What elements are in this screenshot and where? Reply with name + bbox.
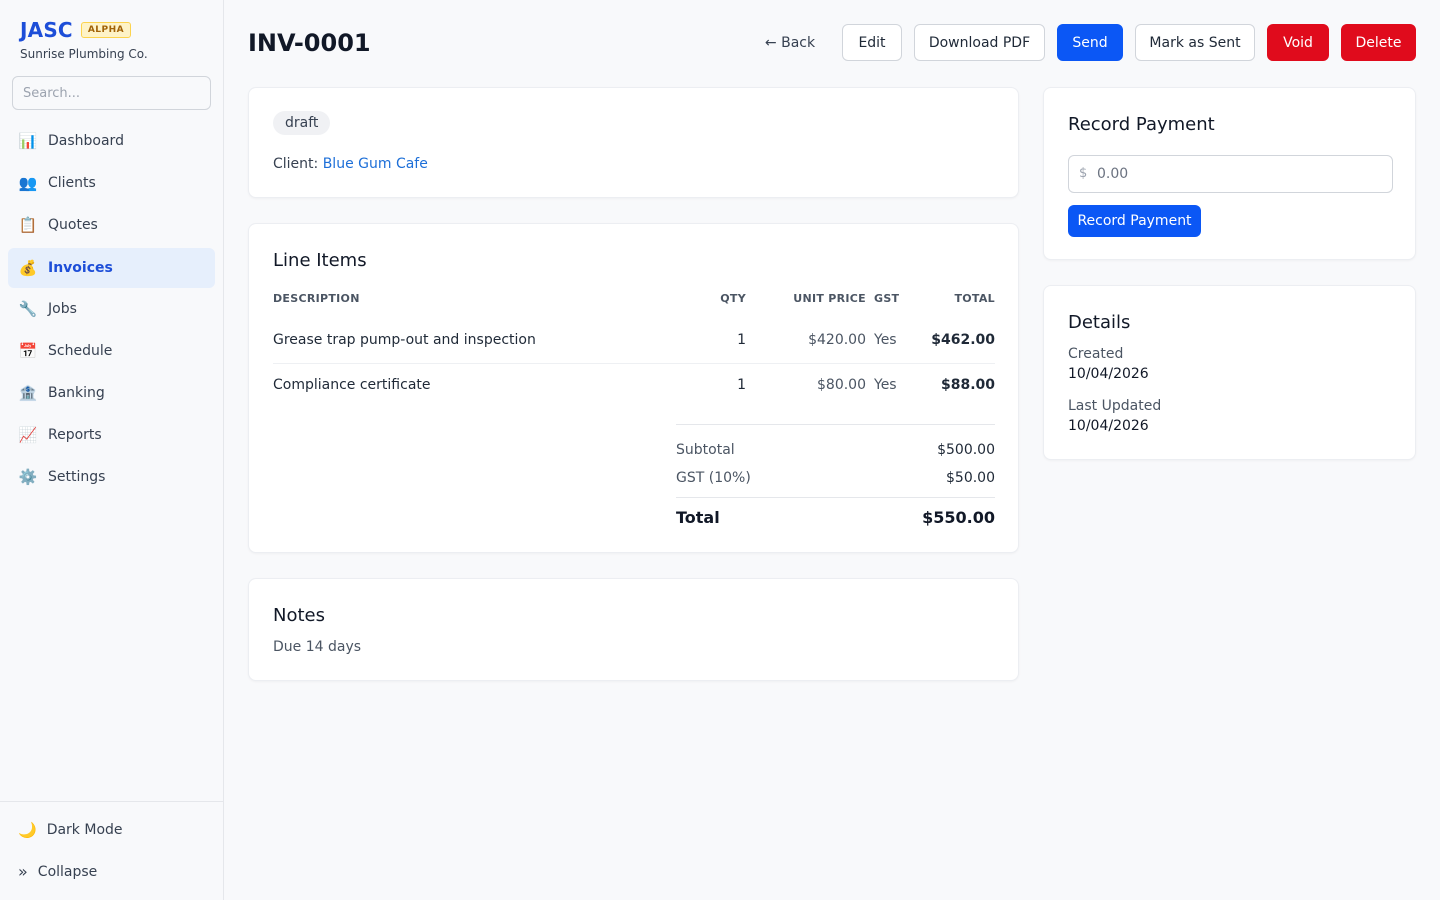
dark-mode-label: Dark Mode: [46, 822, 123, 838]
sidebar-item-quotes[interactable]: 📋 Quotes: [8, 205, 215, 245]
edit-button[interactable]: Edit: [842, 24, 902, 61]
sidebar-item-label: Clients: [48, 175, 96, 191]
total-value: $550.00: [922, 508, 995, 527]
column-header-description: DESCRIPTION: [273, 292, 360, 305]
sidebar-item-settings[interactable]: ⚙️ Settings: [8, 457, 215, 497]
subtotal-label: Subtotal: [676, 442, 735, 458]
void-button[interactable]: Void: [1267, 24, 1329, 61]
double-chevron-icon: »: [18, 862, 28, 881]
last-updated-label: Last Updated: [1068, 398, 1162, 414]
gst-label: GST (10%): [676, 470, 751, 486]
collapse-button[interactable]: » Collapse: [18, 862, 97, 881]
sidebar-item-clients[interactable]: 👥 Clients: [8, 163, 215, 203]
sidebar: JASC ALPHA Sunrise Plumbing Co. 📊 Dashbo…: [0, 0, 224, 900]
sidebar-item-invoices[interactable]: 💰 Invoices: [8, 248, 215, 288]
page-title: INV-0001: [248, 29, 371, 57]
row-divider: [273, 363, 995, 364]
totals-divider: [676, 497, 995, 498]
notes-text: Due 14 days: [273, 639, 362, 655]
notes-card: Notes Due 14 days: [248, 578, 1019, 681]
dollar-icon: $: [1079, 166, 1088, 181]
sidebar-item-label: Invoices: [48, 260, 113, 276]
sidebar-item-label: Banking: [48, 385, 105, 401]
row-qty: 1: [737, 332, 746, 348]
subtotal-value: $500.00: [937, 442, 995, 458]
sidebar-item-label: Dashboard: [48, 133, 124, 149]
alpha-badge: ALPHA: [80, 22, 132, 38]
created-label: Created: [1068, 346, 1124, 362]
line-items-card: Line Items DESCRIPTION QTY UNIT PRICE GS…: [248, 223, 1019, 553]
sidebar-item-banking[interactable]: 🏦 Banking: [8, 373, 215, 413]
sidebar-item-jobs[interactable]: 🔧 Jobs: [8, 289, 215, 329]
client-label: Client:: [273, 156, 319, 172]
row-description: Grease trap pump-out and inspection: [273, 332, 536, 348]
back-button[interactable]: ← Back: [756, 24, 824, 61]
company-name: Sunrise Plumbing Co.: [20, 47, 148, 61]
delete-button[interactable]: Delete: [1341, 24, 1416, 61]
row-gst: Yes: [874, 377, 897, 393]
row-description: Compliance certificate: [273, 377, 431, 393]
created-value: 10/04/2026: [1068, 366, 1149, 382]
last-updated-value: 10/04/2026: [1068, 418, 1149, 434]
column-header-unit-price: UNIT PRICE: [793, 292, 866, 305]
wrench-icon: 🔧: [18, 300, 38, 318]
mark-as-sent-button[interactable]: Mark as Sent: [1135, 24, 1255, 61]
status-badge: draft: [273, 111, 331, 135]
dark-mode-toggle[interactable]: 🌙 Dark Mode: [18, 821, 123, 839]
record-payment-card: Record Payment $ Record Payment: [1043, 87, 1416, 260]
total-label: Total: [676, 508, 720, 527]
sidebar-item-label: Jobs: [48, 301, 77, 317]
sidebar-item-label: Settings: [48, 469, 106, 485]
payment-amount-input[interactable]: [1068, 155, 1393, 193]
bank-icon: 🏦: [18, 384, 38, 402]
row-unit-price: $420.00: [808, 332, 866, 348]
calendar-icon: 📅: [18, 342, 38, 360]
sidebar-item-label: Quotes: [48, 217, 98, 233]
details-title: Details: [1068, 312, 1131, 333]
gst-value: $50.00: [946, 470, 995, 486]
column-header-qty: QTY: [720, 292, 746, 305]
sidebar-item-label: Reports: [48, 427, 102, 443]
chart-icon: 📊: [18, 132, 38, 150]
gear-icon: ⚙️: [18, 468, 38, 486]
sidebar-item-label: Schedule: [48, 343, 113, 359]
record-payment-title: Record Payment: [1068, 114, 1215, 135]
row-qty: 1: [737, 377, 746, 393]
sidebar-item-schedule[interactable]: 📅 Schedule: [8, 331, 215, 371]
search-input[interactable]: [12, 76, 211, 110]
sidebar-item-dashboard[interactable]: 📊 Dashboard: [8, 121, 215, 161]
record-payment-button[interactable]: Record Payment: [1068, 205, 1201, 237]
client-line: Client: Blue Gum Cafe: [273, 156, 428, 172]
row-total: $462.00: [931, 332, 995, 348]
sidebar-footer: 🌙 Dark Mode » Collapse: [0, 801, 223, 881]
totals-divider: [676, 424, 995, 425]
brand: JASC ALPHA: [20, 18, 132, 42]
invoice-summary-card: draft Client: Blue Gum Cafe: [248, 87, 1019, 198]
moon-icon: 🌙: [18, 821, 37, 839]
line-items-title: Line Items: [273, 250, 367, 271]
row-gst: Yes: [874, 332, 897, 348]
sidebar-item-reports[interactable]: 📈 Reports: [8, 415, 215, 455]
people-icon: 👥: [18, 174, 38, 192]
send-button[interactable]: Send: [1057, 24, 1123, 61]
column-header-total: TOTAL: [954, 292, 995, 305]
client-link[interactable]: Blue Gum Cafe: [323, 156, 428, 172]
collapse-label: Collapse: [37, 863, 98, 880]
download-pdf-button[interactable]: Download PDF: [914, 24, 1045, 61]
details-card: Details Created 10/04/2026 Last Updated …: [1043, 285, 1416, 460]
row-total: $88.00: [940, 377, 995, 393]
clipboard-icon: 📋: [18, 216, 38, 234]
notes-title: Notes: [273, 605, 325, 626]
trend-chart-icon: 📈: [18, 426, 38, 444]
money-bag-icon: 💰: [18, 259, 38, 277]
row-unit-price: $80.00: [817, 377, 866, 393]
brand-logo[interactable]: JASC: [20, 18, 73, 42]
